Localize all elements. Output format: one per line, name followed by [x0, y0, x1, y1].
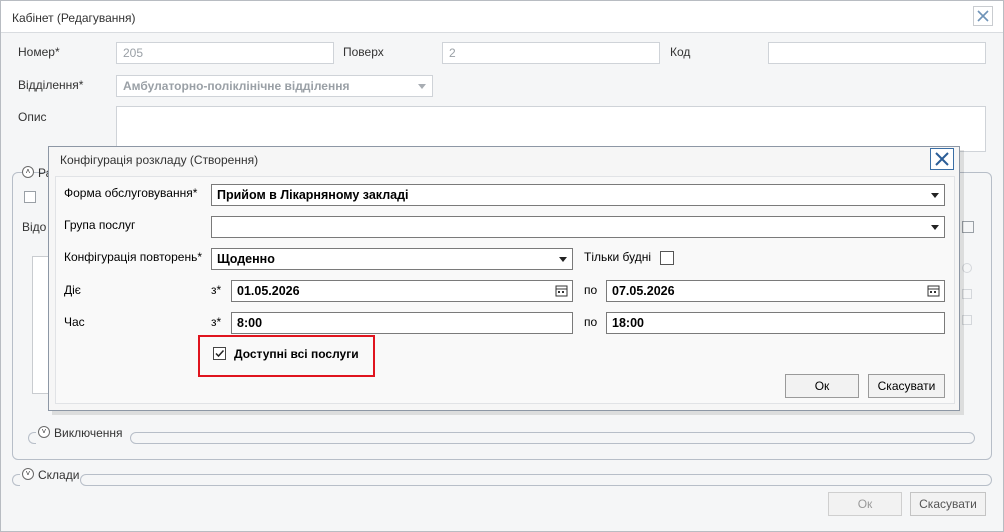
- main-dialog-title: Кабінет (Редагування): [12, 11, 136, 25]
- warehouses-label: Склади: [38, 468, 80, 482]
- close-icon: [935, 152, 949, 166]
- checkmark-icon: [215, 349, 225, 358]
- all-services-checkbox[interactable]: [213, 347, 226, 360]
- valid-label: Діє: [64, 283, 81, 297]
- main-close-button[interactable]: [973, 6, 993, 26]
- code-field[interactable]: [768, 42, 986, 64]
- weekdays-only-label: Тільки будні: [584, 250, 652, 264]
- main-ok-button[interactable]: Ок: [828, 492, 902, 516]
- valid-to-field[interactable]: 07.05.2026: [606, 280, 945, 302]
- department-label: Відділення*: [18, 78, 84, 92]
- department-select[interactable]: Амбулаторно-поліклінічне відділення: [116, 75, 433, 97]
- exclusions-line: [130, 432, 975, 444]
- valid-from-label: з*: [211, 283, 222, 297]
- number-label: Номер*: [18, 45, 60, 59]
- time-from-label: з*: [211, 315, 222, 329]
- schedule-dialog-title: Конфігурація розкладу (Створення): [60, 153, 259, 167]
- calendar-icon[interactable]: [555, 284, 568, 297]
- warehouses-left-edge: [12, 474, 20, 486]
- expand-down-icon[interactable]: ˅: [22, 468, 34, 480]
- service-form-chevron-down-icon: [931, 193, 939, 198]
- background-checkbox[interactable]: [24, 191, 36, 203]
- valid-to-label: по: [584, 283, 598, 297]
- floor-label: Поверх: [343, 45, 384, 59]
- warehouses-line: [80, 474, 992, 486]
- description-label: Опис: [18, 110, 47, 124]
- service-form-select[interactable]: Прийом в Лікарняному закладі: [211, 184, 945, 206]
- exclusions-left-edge: [28, 432, 36, 444]
- collapse-up-icon[interactable]: ˄: [22, 166, 34, 178]
- service-form-label: Форма обслуговування*: [64, 186, 198, 200]
- service-group-label: Група послуг: [64, 218, 136, 232]
- repeat-config-chevron-down-icon: [559, 257, 567, 262]
- department-chevron-down-icon: [418, 84, 426, 89]
- all-services-label[interactable]: Доступні всі послуги: [234, 347, 359, 361]
- close-icon: [977, 10, 989, 22]
- valid-from-field[interactable]: 01.05.2026: [231, 280, 573, 302]
- weekdays-only-checkbox[interactable]: [660, 251, 674, 265]
- time-label: Час: [64, 315, 85, 329]
- main-dialog-titlebar: [1, 1, 1003, 33]
- number-field[interactable]: 205: [116, 42, 334, 64]
- time-from-field[interactable]: 8:00: [231, 312, 573, 334]
- main-cancel-button[interactable]: Скасувати: [910, 492, 986, 516]
- floor-field[interactable]: 2: [442, 42, 660, 64]
- time-to-label: по: [584, 315, 598, 329]
- repeat-config-select[interactable]: Щоденно: [211, 248, 573, 270]
- schedule-ok-button[interactable]: Ок: [785, 374, 859, 398]
- time-to-field[interactable]: 18:00: [606, 312, 945, 334]
- background-row-label-fragment: Відо: [22, 220, 47, 234]
- schedule-close-button[interactable]: [930, 148, 954, 170]
- repeat-config-label: Конфігурація повторень*: [64, 250, 203, 264]
- expand-down-icon[interactable]: ˅: [38, 426, 50, 438]
- service-group-select[interactable]: [211, 216, 945, 238]
- calendar-icon[interactable]: [927, 284, 940, 297]
- code-label: Код: [670, 45, 691, 59]
- schedule-cancel-button[interactable]: Скасувати: [868, 374, 945, 398]
- exclusions-label: Виключення: [54, 426, 123, 440]
- service-group-chevron-down-icon: [931, 225, 939, 230]
